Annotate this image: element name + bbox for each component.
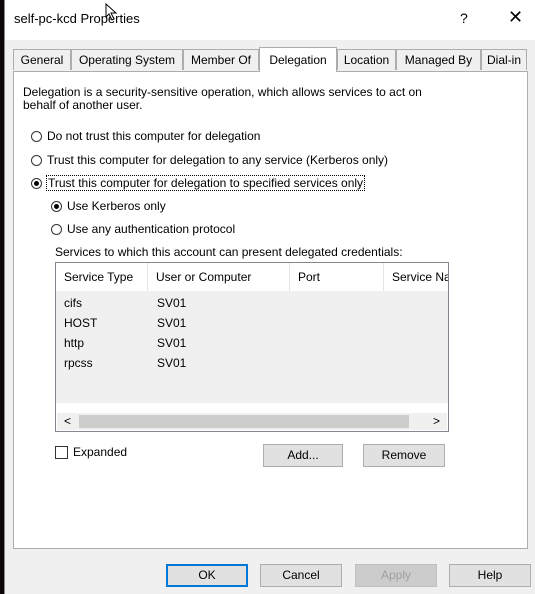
scroll-thumb[interactable] bbox=[79, 415, 409, 428]
checkbox-label: Expanded bbox=[73, 445, 128, 459]
tab-operating-system[interactable]: Operating System bbox=[71, 49, 183, 70]
column-service-name[interactable]: Service Na bbox=[384, 263, 448, 291]
cell-service-type: rpcss bbox=[64, 356, 93, 370]
cell-user-or-computer: SV01 bbox=[157, 316, 187, 330]
properties-dialog: self-pc-kcd Properties ? ✕ General Opera… bbox=[4, 0, 535, 594]
help-icon[interactable]: ? bbox=[460, 10, 468, 26]
mouse-cursor-icon bbox=[105, 3, 118, 21]
help-button[interactable]: Help bbox=[449, 564, 531, 587]
tab-general[interactable]: General bbox=[13, 49, 71, 70]
window-title: self-pc-kcd Properties bbox=[14, 11, 140, 26]
apply-button[interactable]: Apply bbox=[355, 564, 437, 587]
radio-indicator[interactable] bbox=[51, 223, 62, 235]
radio-label: Use Kerberos only bbox=[67, 199, 166, 213]
table-row[interactable]: HOST SV01 bbox=[56, 313, 448, 333]
title-bar[interactable]: self-pc-kcd Properties ? ✕ bbox=[5, 0, 535, 40]
radio-delegate-any-service[interactable]: Trust this computer for delegation to an… bbox=[31, 153, 388, 167]
column-service-type[interactable]: Service Type bbox=[56, 263, 148, 291]
services-list[interactable]: Service Type User or Computer Port Servi… bbox=[55, 262, 449, 432]
add-button[interactable]: Add... bbox=[263, 444, 343, 467]
tab-member-of[interactable]: Member Of bbox=[183, 49, 259, 70]
expanded-checkbox[interactable]: Expanded bbox=[55, 445, 127, 459]
radio-label: Trust this computer for delegation to sp… bbox=[45, 175, 366, 191]
table-row[interactable]: rpcss SV01 bbox=[56, 353, 448, 373]
radio-indicator[interactable] bbox=[31, 154, 42, 166]
cell-user-or-computer: SV01 bbox=[157, 296, 187, 310]
tab-location[interactable]: Location bbox=[337, 49, 396, 70]
column-port[interactable]: Port bbox=[290, 263, 384, 291]
delegation-description: Delegation is a security-sensitive opera… bbox=[23, 85, 422, 112]
radio-label: Do not trust this computer for delegatio… bbox=[47, 129, 261, 143]
cell-user-or-computer: SV01 bbox=[157, 336, 187, 350]
scroll-left-icon[interactable]: < bbox=[59, 413, 76, 430]
radio-no-delegation[interactable]: Do not trust this computer for delegatio… bbox=[31, 129, 260, 143]
radio-use-any-protocol[interactable]: Use any authentication protocol bbox=[51, 222, 235, 236]
cell-service-type: http bbox=[64, 336, 85, 350]
radio-delegate-specified-services[interactable]: Trust this computer for delegation to sp… bbox=[31, 175, 366, 191]
cancel-button[interactable]: Cancel bbox=[260, 564, 342, 587]
radio-label: Trust this computer for delegation to an… bbox=[47, 153, 389, 167]
scroll-right-icon[interactable]: > bbox=[428, 413, 445, 430]
cell-user-or-computer: SV01 bbox=[157, 356, 187, 370]
column-user-or-computer[interactable]: User or Computer bbox=[148, 263, 290, 291]
tab-dial-in[interactable]: Dial-in bbox=[481, 49, 527, 70]
list-body: cifs SV01 HOST SV01 http SV01 rpcss SV01 bbox=[56, 291, 448, 403]
table-row[interactable]: cifs SV01 bbox=[56, 293, 448, 313]
table-row[interactable]: http SV01 bbox=[56, 333, 448, 353]
list-header: Service Type User or Computer Port Servi… bbox=[56, 263, 448, 291]
horizontal-scrollbar[interactable]: < > bbox=[57, 413, 447, 430]
radio-label: Use any authentication protocol bbox=[67, 222, 236, 236]
radio-indicator[interactable] bbox=[51, 200, 62, 212]
services-label: Services to which this account can prese… bbox=[55, 245, 403, 259]
radio-use-kerberos-only[interactable]: Use Kerberos only bbox=[51, 199, 166, 213]
tab-delegation[interactable]: Delegation bbox=[259, 47, 337, 72]
radio-indicator[interactable] bbox=[31, 177, 42, 189]
cell-service-type: HOST bbox=[64, 316, 98, 330]
cell-service-type: cifs bbox=[64, 296, 82, 310]
tab-managed-by[interactable]: Managed By bbox=[396, 49, 481, 70]
close-icon[interactable]: ✕ bbox=[508, 7, 523, 27]
radio-indicator[interactable] bbox=[31, 130, 42, 142]
remove-button[interactable]: Remove bbox=[363, 444, 445, 467]
checkbox-indicator[interactable] bbox=[55, 445, 68, 459]
ok-button[interactable]: OK bbox=[166, 564, 248, 587]
